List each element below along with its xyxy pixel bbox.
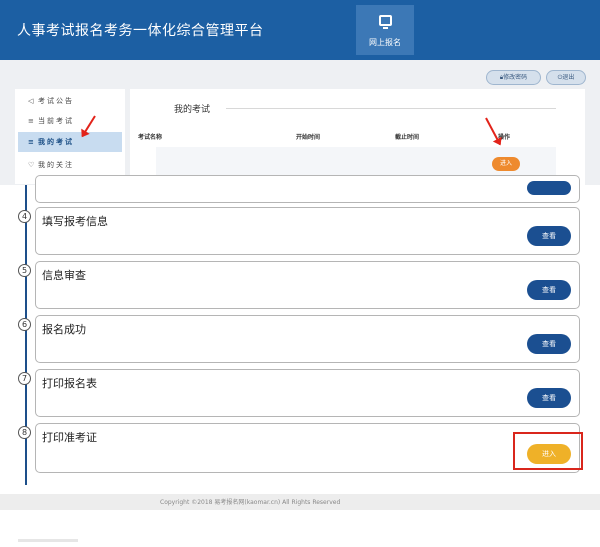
logout-button[interactable]: ⏻退出	[546, 70, 586, 85]
step-title: 报名成功	[42, 323, 86, 336]
tab-label: 网上报名	[369, 38, 401, 47]
step-title: 信息审查	[42, 269, 86, 282]
tab-online-registration[interactable]: 网上报名	[356, 5, 414, 55]
timeline-line	[25, 185, 27, 485]
sidebar: ◁ 考试公告 ≡ 当前考试 ≡ 我的考试 ♡ 我的关注	[15, 89, 125, 184]
step-title: 打印准考证	[42, 431, 97, 444]
column-header-start-time: 开始时间	[296, 134, 321, 141]
step-number: 7	[18, 372, 31, 385]
view-button[interactable]: 查看	[527, 226, 571, 246]
sidebar-item-my-exams[interactable]: ≡ 我的考试	[18, 132, 122, 152]
step-card-fill-info: 填写报考信息 查看	[35, 207, 580, 255]
logout-label: 退出	[562, 74, 575, 81]
step-number: 6	[18, 318, 31, 331]
monitor-icon	[379, 15, 392, 29]
step-title: 填写报考信息	[42, 215, 108, 228]
sidebar-item-announcements[interactable]: ◁ 考试公告	[18, 91, 122, 111]
step-card-print-form: 打印报名表 查看	[35, 369, 580, 417]
copyright-text: Copyright ©2018 易考报名网(kaomar.cn) All Rig…	[160, 499, 341, 506]
top-header: 人事考试报名考务一体化综合管理平台 网上报名	[0, 0, 600, 60]
step-title: 打印报名表	[42, 377, 97, 390]
app-title: 人事考试报名考务一体化综合管理平台	[17, 23, 264, 39]
my-exams-panel: 我的考试 考试名称 开始时间 截止时间 操作 进入	[130, 89, 585, 185]
view-button[interactable]: 查看	[527, 388, 571, 408]
enter-exam-button[interactable]: 进入	[492, 157, 520, 171]
composite-screenshot: 人事考试报名考务一体化综合管理平台 网上报名 🔒︎修改密码 ⏻退出 ◁ 考试公告 …	[0, 0, 600, 547]
sidebar-item-label: 我的考试	[38, 138, 74, 146]
view-button[interactable]: 查看	[527, 280, 571, 300]
step-card-partial	[35, 175, 580, 203]
panel-title: 我的考试	[174, 105, 211, 115]
sidebar-item-my-follows[interactable]: ♡ 我的关注	[18, 155, 122, 175]
step-card-success: 报名成功 查看	[35, 315, 580, 363]
sidebar-item-label: 我的关注	[38, 161, 74, 169]
column-header-end-time: 截止时间	[395, 134, 420, 141]
sidebar-item-current-exams[interactable]: ≡ 当前考试	[18, 111, 122, 131]
column-header-exam-name: 考试名称	[138, 134, 163, 141]
step-card-review: 信息审查 查看	[35, 261, 580, 309]
faint-divider	[18, 539, 78, 542]
sidebar-item-label: 当前考试	[38, 117, 74, 125]
view-button[interactable]: 查看	[527, 334, 571, 354]
change-password-button[interactable]: 🔒︎修改密码	[486, 70, 541, 85]
exam-platform-view: 人事考试报名考务一体化综合管理平台 网上报名 🔒︎修改密码 ⏻退出 ◁ 考试公告 …	[0, 0, 600, 185]
change-password-label: 修改密码	[503, 74, 528, 81]
list-icon: ≡	[28, 138, 34, 146]
list-icon: ≡	[28, 117, 34, 125]
step-number: 8	[18, 426, 31, 439]
sidebar-item-label: 考试公告	[38, 97, 74, 105]
view-button[interactable]	[527, 181, 571, 195]
step-card-print-admission: 打印准考证 进入	[35, 423, 580, 473]
registration-steps-view: 4 填写报考信息 查看 5 信息审查 查看 6 报名成功 查看 7 打印报名表 …	[0, 175, 600, 505]
divider	[226, 108, 556, 109]
step-number: 5	[18, 264, 31, 277]
speaker-icon: ◁	[28, 97, 34, 105]
footer: Copyright ©2018 易考报名网(kaomar.cn) All Rig…	[0, 494, 600, 510]
highlight-box-annotation	[513, 432, 583, 470]
step-number: 4	[18, 210, 31, 223]
heart-icon: ♡	[28, 161, 35, 169]
